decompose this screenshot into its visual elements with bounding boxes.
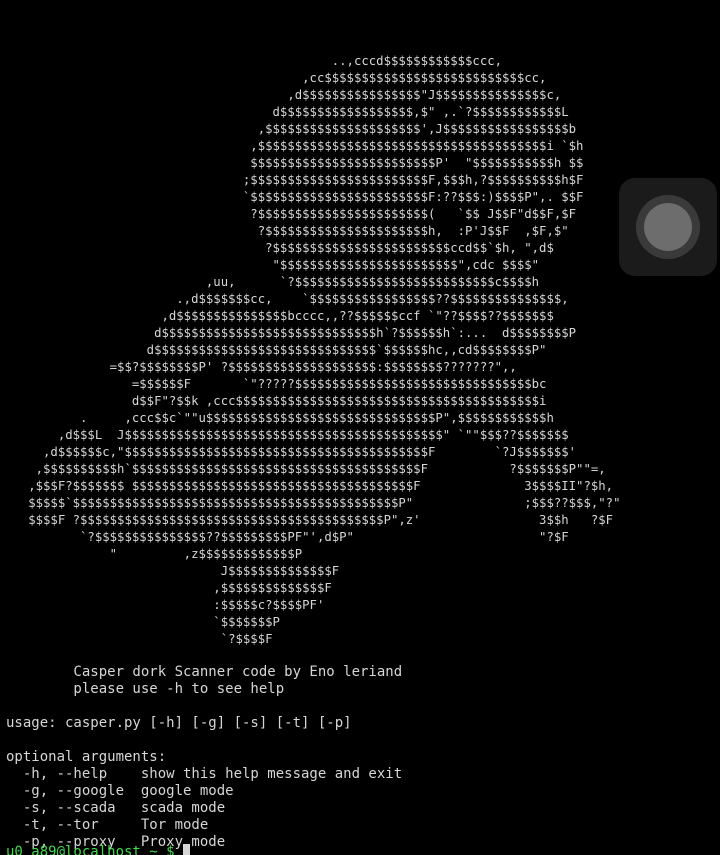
circle-overlay-dot	[644, 203, 692, 251]
prompt-text: u0_a89@localhost ~ $	[6, 844, 184, 855]
terminal-window[interactable]: ..,cccd$$$$$$$$$$$$ccc, ,cc$$$$$$$$$$$$$…	[0, 0, 720, 855]
text-cursor	[183, 844, 191, 855]
circle-overlay-icon	[636, 195, 700, 259]
help-output: Casper dork Scanner code by Eno leriand …	[6, 664, 403, 850]
ascii-art-banner: ..,cccd$$$$$$$$$$$$ccc, ,cc$$$$$$$$$$$$$…	[28, 54, 621, 646]
shell-prompt[interactable]: u0_a89@localhost ~ $	[6, 844, 191, 855]
floating-action-button[interactable]	[619, 178, 717, 276]
